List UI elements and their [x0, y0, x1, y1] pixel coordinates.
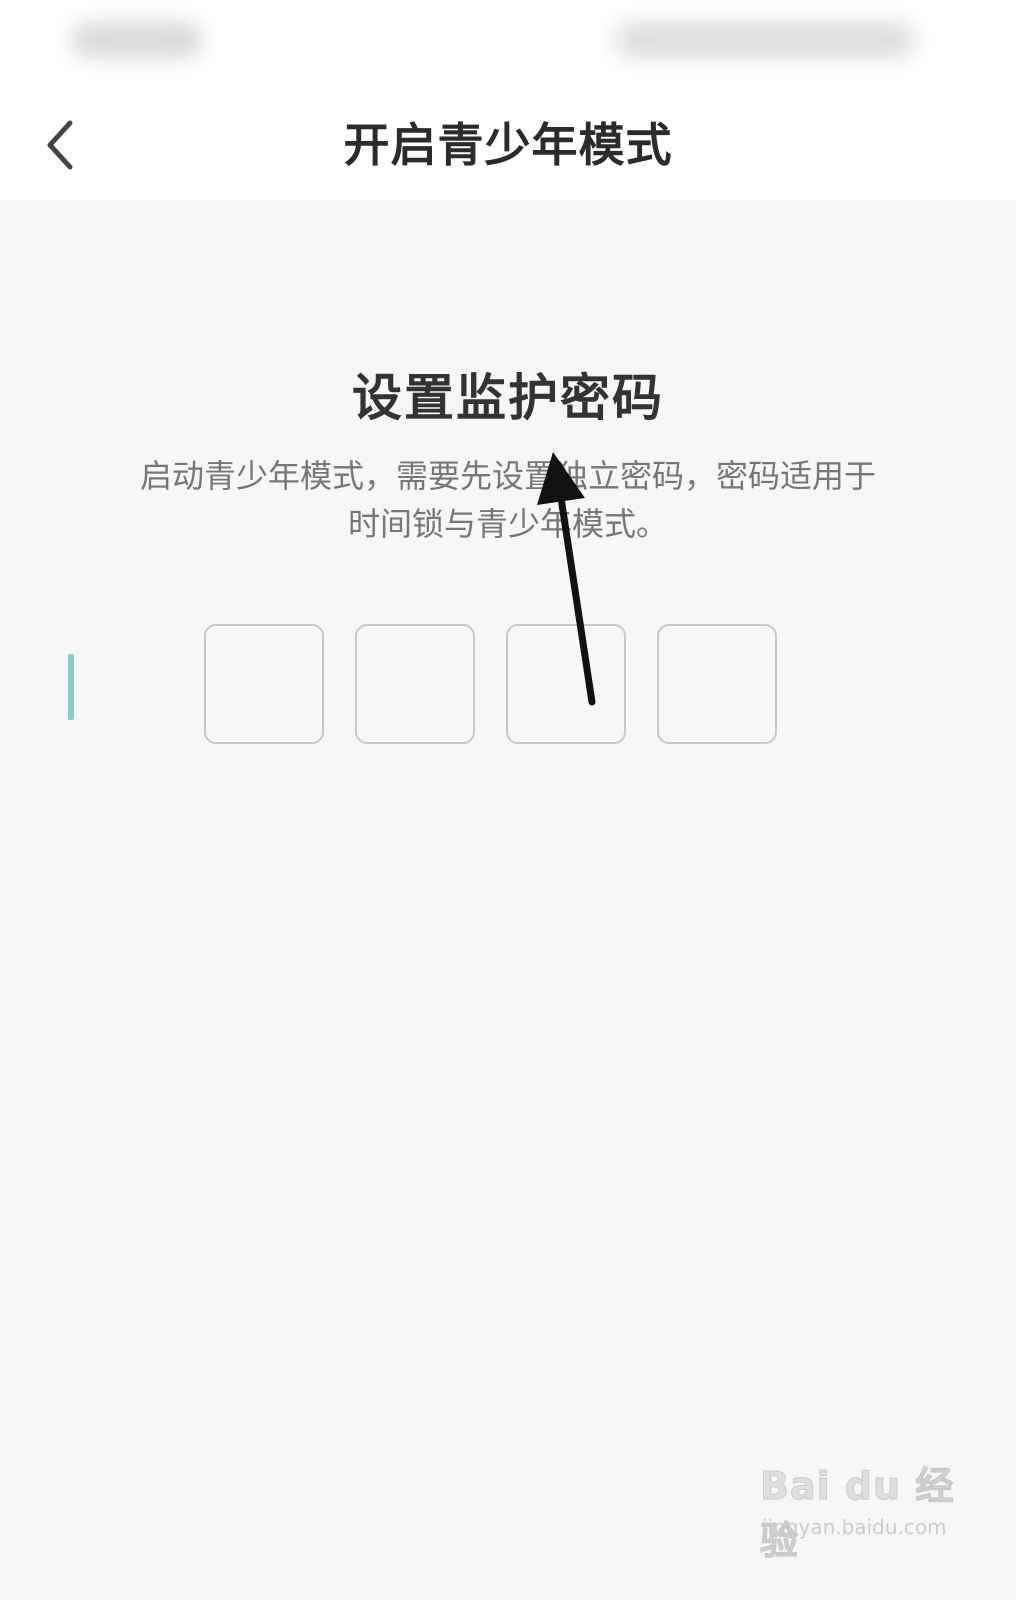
page-title: 开启青少年模式: [343, 118, 673, 172]
passcode-input[interactable]: [204, 624, 777, 744]
chevron-left-icon: [47, 120, 73, 170]
input-cursor: [68, 654, 74, 720]
navigation-bar: 开启青少年模式: [0, 90, 1016, 200]
passcode-digit-box[interactable]: [204, 624, 324, 744]
back-button[interactable]: [30, 110, 90, 180]
passcode-digit-box[interactable]: [657, 624, 777, 744]
main-content: 设置监护密码 启动青少年模式，需要先设置独立密码，密码适用于时间锁与青少年模式。: [0, 200, 1016, 1600]
passcode-digit-box[interactable]: [506, 624, 626, 744]
passcode-digit-box[interactable]: [355, 624, 475, 744]
status-bar-indicators-blurred: [615, 22, 915, 58]
status-bar: [0, 0, 1016, 90]
watermark: Bai du 经验 jingyan.baidu.com: [760, 1455, 960, 1565]
watermark-url: jingyan.baidu.com: [762, 1515, 947, 1539]
status-bar-time-blurred: [72, 22, 202, 58]
section-heading: 设置监护密码: [352, 369, 664, 427]
description-text: 启动青少年模式，需要先设置独立密码，密码适用于时间锁与青少年模式。: [140, 457, 877, 543]
watermark-logo: Bai du 经验: [760, 1464, 955, 1564]
